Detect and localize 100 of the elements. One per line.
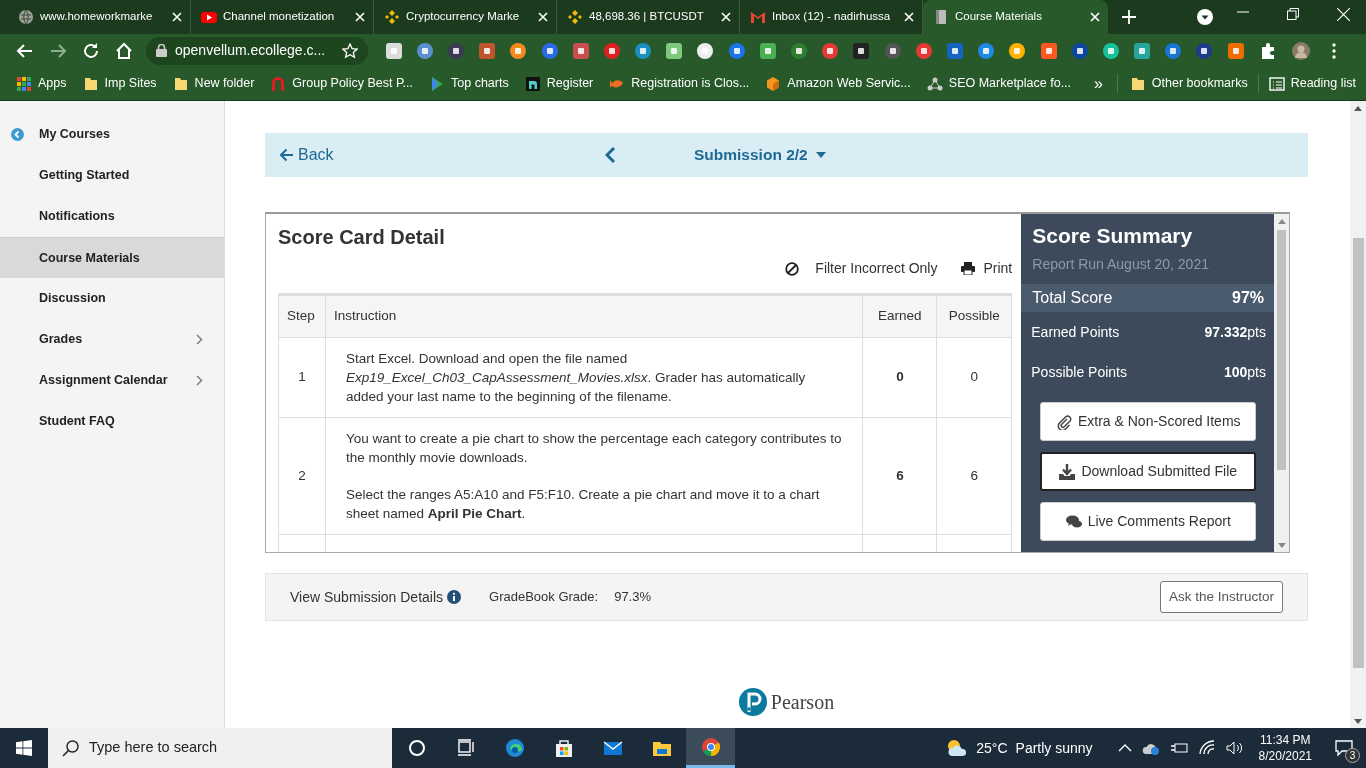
scrollbar[interactable] [1350,101,1366,728]
bookmark[interactable]: New folder [166,74,261,93]
close-icon[interactable] [1090,12,1100,22]
envelope-icon [750,9,766,25]
extension-icon[interactable] [571,41,590,60]
extension-icon[interactable] [1070,41,1089,60]
extension-icon[interactable] [790,41,809,60]
extension-icon[interactable] [727,41,746,60]
star-icon[interactable] [342,42,358,59]
forward-icon[interactable] [48,41,67,60]
sidebar-item[interactable]: Student FAQ [0,401,224,442]
scroll-up-icon[interactable] [1354,106,1362,111]
table-cell: 1 [279,338,326,417]
ask-instructor-button[interactable]: Ask the Instructor [1159,580,1283,614]
home-icon[interactable] [114,41,133,60]
bookmark[interactable]: Group Policy Best P... [264,74,420,93]
address-bar[interactable]: openvellum.ecollege.c... [146,36,368,65]
extension-icon[interactable] [883,41,902,60]
close-icon[interactable] [172,12,182,22]
total-score-value: 97% [1232,287,1264,308]
shopping-bag-icon [553,738,574,758]
extension-icon[interactable] [1164,41,1183,60]
volume-icon[interactable] [1225,740,1244,756]
extension-icon[interactable] [852,41,871,60]
bookmark[interactable]: Registration is Clos... [603,74,756,93]
scroll-down-icon[interactable] [1277,543,1286,548]
wifi-icon[interactable] [1197,740,1216,756]
browser-tab[interactable]: Course Materials [923,0,1108,34]
sidebar-item[interactable]: Getting Started [0,155,224,196]
extension-icon[interactable] [1101,41,1120,60]
printer-icon [961,262,976,275]
extension-icon[interactable] [1226,41,1245,60]
summary-button[interactable]: Download Submitted File [1040,452,1257,491]
prohibited-icon [785,261,800,276]
extension-icon[interactable] [758,41,777,60]
scroll-down-icon[interactable] [1354,719,1362,724]
chevron-right-icon [196,334,203,345]
extension-icon[interactable] [509,41,528,60]
extension-icon[interactable] [1133,41,1152,60]
sidebar-item[interactable]: Grades [0,319,224,360]
bookmark[interactable]: SEO Marketplace fo... [920,74,1078,93]
back-link[interactable]: Back [265,143,605,167]
extension-icon[interactable] [696,41,715,60]
bookmark[interactable]: Other bookmarks [1116,74,1254,93]
tab-search-icon[interactable] [1197,9,1213,25]
extension-icon[interactable] [945,41,964,60]
extension-icon[interactable] [415,41,434,60]
scrollbar[interactable] [1274,214,1289,552]
details-link[interactable]: View Submission Details [290,586,462,608]
extension-icon[interactable] [602,41,621,60]
extension-icon[interactable] [540,41,559,60]
close-icon[interactable] [355,12,365,22]
notification-button[interactable]: 3 [1322,728,1366,768]
filter-link[interactable]: Filter Incorrect Only [785,258,938,279]
summary-button[interactable]: Extra & Non-Scored Items [1040,402,1257,441]
print-link[interactable]: Print [961,258,1013,279]
close-icon[interactable] [904,12,914,22]
back-icon[interactable] [15,41,34,60]
extension-icon[interactable] [914,41,933,60]
chevron-left-icon[interactable] [605,146,616,164]
extension-icon[interactable] [821,41,840,60]
bookmark[interactable]: Top charts [423,74,515,93]
points-label: Earned Points [1031,322,1120,342]
sidebar-item[interactable]: Assignment Calendar [0,360,224,401]
extension-icon[interactable] [1039,41,1058,60]
taskbar-search-field[interactable]: Type here to search [48,728,392,768]
windows-start-icon[interactable] [16,740,32,756]
more-bookmarks-button[interactable]: » [1087,71,1109,96]
avatar-icon[interactable] [1291,41,1310,60]
weather-widget[interactable]: 25°C Partly sunny [946,737,1093,759]
close-icon[interactable] [1337,8,1350,21]
extension-icon[interactable] [977,41,996,60]
restore-icon[interactable] [1287,8,1299,20]
summary-button[interactable]: Live Comments Report [1040,502,1257,541]
clock[interactable]: 11:34 PM 8/20/2021 [1258,732,1312,764]
extension-icon[interactable] [1195,41,1214,60]
extension-icon[interactable] [384,41,403,60]
sidebar-item[interactable]: Notifications [0,196,224,237]
reload-icon[interactable] [81,41,100,60]
submission-dropdown[interactable]: Submission 2/2 [694,143,826,167]
power-icon[interactable] [1169,740,1188,756]
close-icon[interactable] [721,12,731,22]
scroll-up-icon[interactable] [1277,219,1286,224]
extension-icon[interactable] [634,41,653,60]
close-icon[interactable] [538,12,548,22]
bookmark[interactable]: Register [518,74,600,93]
extension-icon[interactable] [665,41,684,60]
extension-icon[interactable] [478,41,497,60]
diamond-icon [567,9,583,25]
reading-list-button[interactable]: Reading list [1257,74,1362,93]
extension-icon[interactable] [1008,41,1027,60]
bookmark[interactable]: Amazon Web Servic... [759,74,917,93]
sidebar-item[interactable]: My Courses [0,114,224,155]
sidebar-item[interactable]: Discussion [0,278,224,319]
extension-icon[interactable] [446,41,465,60]
sidebar-item[interactable]: Course Materials [0,237,224,278]
bookmark[interactable]: Imp Sites [76,74,163,93]
summary-title: Score Summary [1031,223,1194,249]
new-tab-icon[interactable] [1122,10,1136,24]
bookmark[interactable]: Apps [10,74,73,93]
